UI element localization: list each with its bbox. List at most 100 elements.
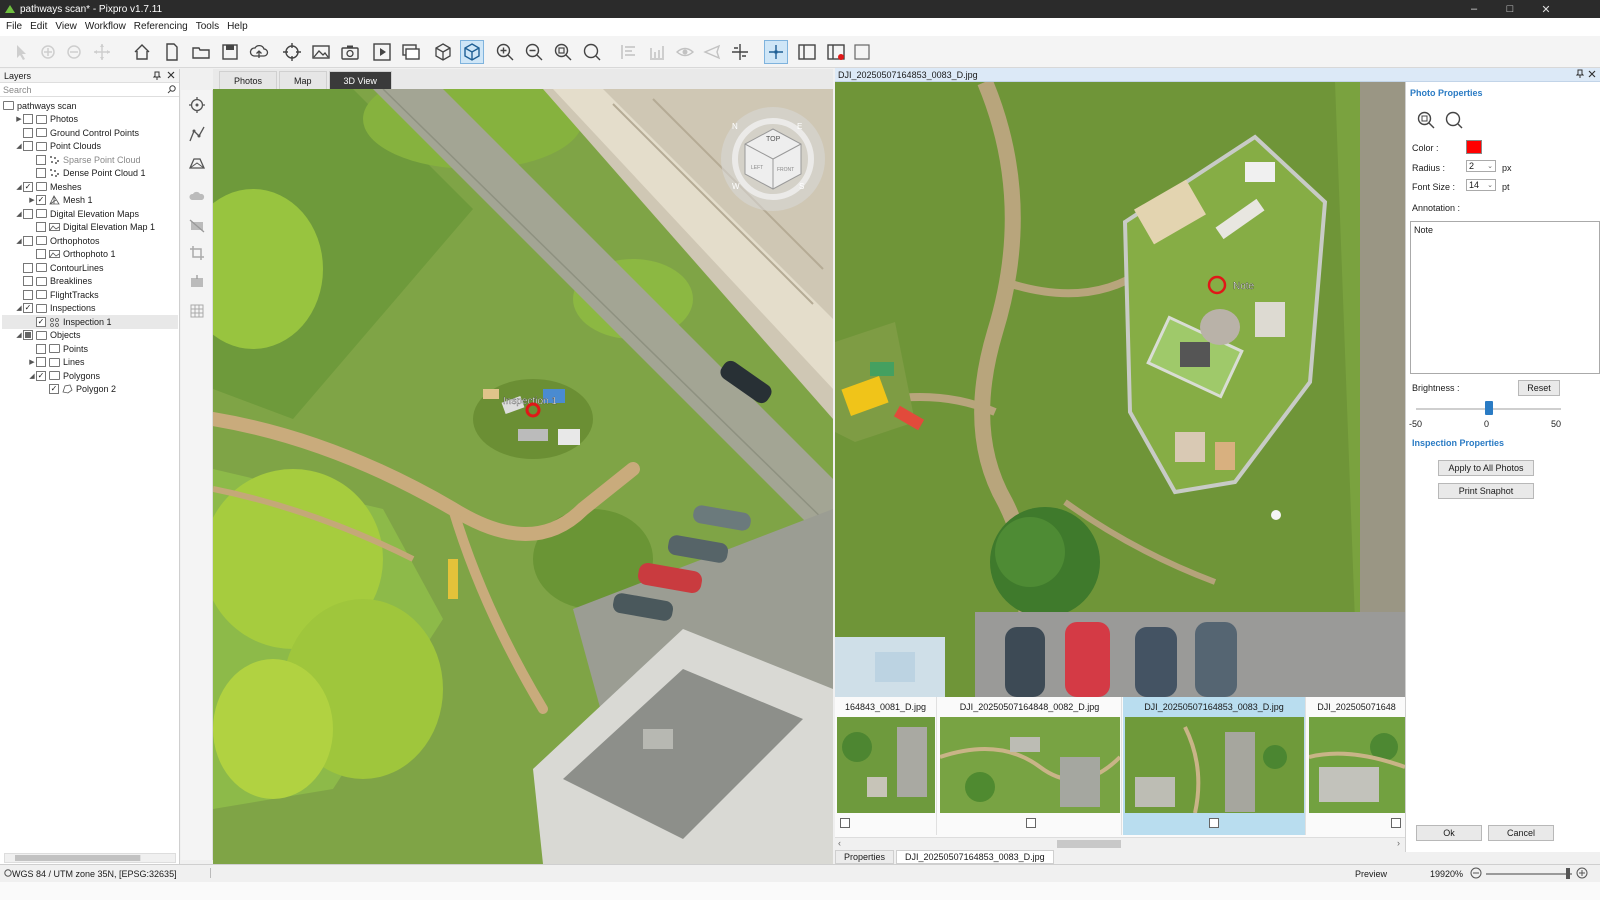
- zoom-fit-icon[interactable]: [580, 40, 604, 64]
- expand-arrow-icon[interactable]: ▶: [15, 115, 23, 123]
- cloud-icon[interactable]: [186, 185, 208, 207]
- tab-photo-file[interactable]: DJI_20250507164853_0083_D.jpg: [896, 849, 1054, 864]
- remove-point-icon[interactable]: [62, 40, 86, 64]
- zoom-out-icon[interactable]: [522, 40, 546, 64]
- thumbnail-checkbox[interactable]: [840, 818, 850, 828]
- cut-tool-icon[interactable]: [186, 214, 208, 236]
- thumbnail-0081[interactable]: 164843_0081_D.jpg: [835, 697, 937, 835]
- brightness-slider-handle[interactable]: [1484, 401, 1493, 415]
- pin-icon[interactable]: [153, 71, 161, 80]
- home-icon[interactable]: [130, 40, 154, 64]
- pin-icon[interactable]: [1575, 69, 1585, 80]
- layer-item-polygon-2[interactable]: ✓ Polygon 2: [41, 383, 116, 397]
- layer-item-meshes[interactable]: ◢ ✓ Meshes: [15, 180, 82, 194]
- layer-item-orthophotos[interactable]: ◢ Orthophotos: [15, 234, 100, 248]
- split-view-icon[interactable]: [728, 40, 752, 64]
- window-layout-icon[interactable]: [795, 40, 819, 64]
- save-icon[interactable]: [218, 40, 242, 64]
- collapse-arrow-icon[interactable]: ◢: [28, 372, 36, 380]
- color-swatch[interactable]: [1466, 140, 1482, 154]
- layer-checkbox[interactable]: [23, 262, 33, 273]
- layer-item-flighttracks[interactable]: FlightTracks: [15, 288, 99, 302]
- image-icon[interactable]: [309, 40, 333, 64]
- print-snapshot-button[interactable]: Print Snaphot: [1438, 483, 1534, 499]
- crop-icon[interactable]: [186, 242, 208, 264]
- collapse-arrow-icon[interactable]: ◢: [15, 210, 23, 218]
- flag-icon[interactable]: [700, 40, 724, 64]
- tab-properties[interactable]: Properties: [835, 849, 895, 864]
- thumbnail-checkbox[interactable]: [1209, 818, 1219, 828]
- layer-item-mesh-1[interactable]: ▶ ✓ Mesh 1: [28, 194, 93, 208]
- align-icon[interactable]: [617, 40, 641, 64]
- menu-view[interactable]: View: [51, 18, 81, 36]
- menu-referencing[interactable]: Referencing: [130, 18, 192, 36]
- reset-button[interactable]: Reset: [1518, 380, 1560, 396]
- thumbnail-checkbox[interactable]: [1026, 818, 1036, 828]
- zoom-slider-track[interactable]: [1486, 873, 1572, 875]
- zoom-in-icon[interactable]: [1576, 867, 1588, 881]
- layer-item-lines[interactable]: ▶ Lines: [28, 356, 85, 370]
- cube-solid-icon[interactable]: [460, 40, 484, 64]
- new-project-icon[interactable]: [160, 40, 184, 64]
- collapse-arrow-icon[interactable]: ◢: [15, 331, 23, 339]
- zoom-extents-icon[interactable]: [551, 40, 575, 64]
- thumbnail-scroll-thumb[interactable]: [1057, 840, 1121, 848]
- layer-item-inspection-1[interactable]: ✓ Inspection 1: [2, 315, 178, 329]
- layer-checkbox[interactable]: [23, 276, 33, 287]
- layers-horizontal-scrollbar[interactable]: [4, 853, 176, 863]
- grid-icon[interactable]: [186, 300, 208, 322]
- layer-checkbox[interactable]: ✓: [36, 195, 46, 206]
- menu-edit[interactable]: Edit: [26, 18, 51, 36]
- layer-checkbox[interactable]: [23, 289, 33, 300]
- record-layout-icon[interactable]: [824, 40, 848, 64]
- layer-checkbox[interactable]: ✓: [49, 384, 59, 395]
- layer-checkbox[interactable]: [36, 168, 46, 179]
- measure-icon[interactable]: [645, 40, 669, 64]
- layer-checkbox[interactable]: [23, 127, 33, 138]
- expand-arrow-icon[interactable]: ▶: [28, 358, 36, 366]
- layer-checkbox[interactable]: [23, 141, 33, 152]
- layer-item-digital-elevation-maps[interactable]: ◢ Digital Elevation Maps: [15, 207, 139, 221]
- erase-icon[interactable]: [186, 271, 208, 293]
- expand-arrow-icon[interactable]: ▶: [28, 196, 36, 204]
- tab-map[interactable]: Map: [279, 71, 327, 89]
- layer-item-objects[interactable]: ◢ Objects: [15, 329, 81, 343]
- menu-tools[interactable]: Tools: [192, 18, 223, 36]
- layer-checkbox[interactable]: [36, 357, 46, 368]
- move-tool-icon[interactable]: [90, 40, 114, 64]
- crosshair-toggle-icon[interactable]: [764, 40, 788, 64]
- tab-photos[interactable]: Photos: [219, 71, 278, 89]
- layers-search-input[interactable]: Search: [0, 83, 179, 97]
- layer-item-ground-control-points[interactable]: Ground Control Points: [15, 126, 139, 140]
- layer-checkbox[interactable]: [23, 235, 33, 246]
- photo-viewer[interactable]: Note: [835, 82, 1405, 697]
- close-panel-icon[interactable]: [1588, 70, 1596, 80]
- apply-to-all-photos-button[interactable]: Apply to All Photos: [1438, 460, 1534, 476]
- polyline-icon[interactable]: [186, 123, 208, 145]
- collapse-arrow-icon[interactable]: ◢: [15, 183, 23, 191]
- layer-item-contourlines[interactable]: ContourLines: [15, 261, 104, 275]
- maximize-button[interactable]: □: [1492, 0, 1528, 18]
- thumbnail-0084[interactable]: DJI_202505071648: [1307, 697, 1405, 835]
- layer-checkbox[interactable]: ✓: [23, 303, 33, 314]
- menu-help[interactable]: Help: [223, 18, 252, 36]
- crs-status[interactable]: WGS 84 / UTM zone 35N, [EPSG:32635]: [12, 869, 177, 879]
- add-point-icon[interactable]: [36, 40, 60, 64]
- zoom-in-icon[interactable]: [493, 40, 517, 64]
- layer-item-inspections[interactable]: ◢ ✓ Inspections: [15, 302, 96, 316]
- blank-frame-icon[interactable]: [850, 40, 874, 64]
- layer-item-points[interactable]: Points: [28, 342, 88, 356]
- ok-button[interactable]: Ok: [1416, 825, 1482, 841]
- close-panel-icon[interactable]: [167, 71, 175, 79]
- layer-checkbox[interactable]: [23, 208, 33, 219]
- annotation-textarea[interactable]: Note: [1410, 221, 1600, 374]
- layer-checkbox[interactable]: ✓: [36, 316, 46, 327]
- zoom-fit-icon[interactable]: [1444, 110, 1464, 132]
- menu-workflow[interactable]: Workflow: [81, 18, 130, 36]
- zoom-in-icon[interactable]: [1416, 110, 1436, 132]
- collapse-arrow-icon[interactable]: ◢: [15, 237, 23, 245]
- layer-item-photos[interactable]: ▶ Photos: [15, 113, 78, 127]
- layer-item-sparse-point-cloud[interactable]: Sparse Point Cloud: [28, 153, 141, 167]
- minimize-button[interactable]: –: [1456, 0, 1492, 18]
- open-folder-icon[interactable]: [189, 40, 213, 64]
